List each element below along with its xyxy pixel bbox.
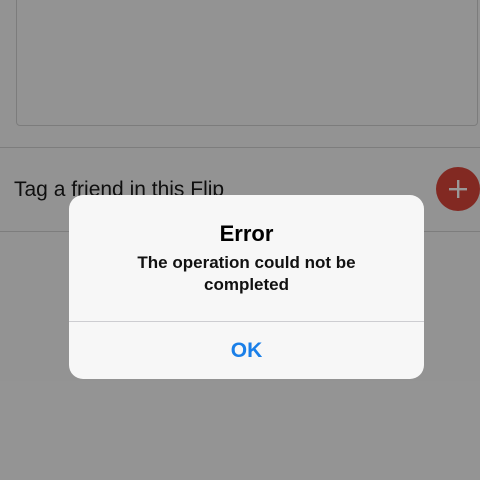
error-alert-dialog: Error The operation could not be complet… (69, 195, 424, 379)
ok-button[interactable]: OK (69, 322, 424, 379)
alert-message: The operation could not be completed (137, 253, 356, 294)
alert-title: Error (219, 221, 274, 246)
